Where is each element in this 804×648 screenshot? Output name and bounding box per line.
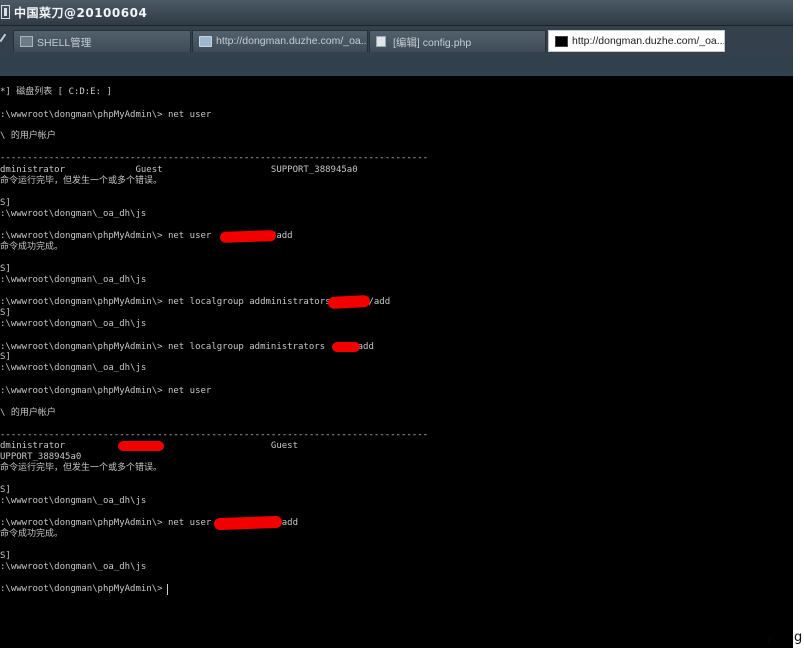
console-line: ----------------------------------------…	[0, 153, 429, 163]
tools-icon[interactable]	[0, 33, 14, 48]
console-line: S]	[0, 198, 11, 208]
console-line: dministrator Guest SUPPORT_388945a0	[0, 165, 358, 175]
console-line: :\wwwroot\dongman\_oa_dh\js	[0, 275, 147, 285]
tab-shell-manager[interactable]: SHELL管理	[13, 30, 191, 52]
tab-content-border	[0, 56, 793, 76]
text-cursor	[166, 584, 168, 595]
tab-label: http://dongman.duzhe.com/_oa...	[572, 35, 725, 47]
page-margin	[793, 0, 804, 648]
window-title: 中国菜刀@20100604	[14, 6, 148, 20]
redaction-mark	[213, 515, 283, 531]
console-line: 命令成功完成。	[0, 242, 64, 252]
app-window: 中国菜刀@20100604 SHELL管理 http://dongman.duz…	[0, 0, 793, 648]
shell-icon	[20, 36, 33, 47]
console-line: :\wwwroot\dongman\_oa_dh\js	[0, 319, 147, 329]
console-line: \ 的用户帐户	[0, 131, 56, 141]
folder-icon	[199, 36, 212, 47]
console-line: S]	[0, 308, 11, 318]
redaction-mark	[219, 230, 277, 243]
tab-edit-config[interactable]: [编辑] config.php	[369, 30, 546, 52]
tab-label: [编辑] config.php	[393, 37, 472, 49]
console-line: :\wwwroot\dongman\_oa_dh\js	[0, 562, 147, 572]
redaction-mark	[327, 294, 371, 310]
console-line: :\wwwroot\dongman\phpMyAdmin\> net user	[0, 110, 212, 120]
console-line: 命令运行完毕，但发生一个或多个错误。	[0, 176, 163, 186]
tab-label: SHELL管理	[37, 37, 92, 49]
title-bar: 中国菜刀@20100604	[0, 0, 793, 26]
console-line: ----------------------------------------…	[0, 430, 429, 440]
console-line: :\wwwroot\dongman\phpMyAdmin\> net local…	[0, 342, 374, 352]
tab-label: http://dongman.duzhe.com/_oa...	[216, 35, 368, 47]
console-line: S]	[0, 485, 11, 495]
app-icon	[1, 5, 10, 19]
terminal-icon	[555, 36, 568, 47]
console-line: \ 的用户帐户	[0, 408, 56, 418]
tab-bar: SHELL管理 http://dongman.duzhe.com/_oa... …	[0, 26, 793, 56]
tab-file-manager[interactable]: http://dongman.duzhe.com/_oa...	[192, 30, 368, 52]
console-prompt[interactable]: :\wwwroot\dongman\phpMyAdmin\>	[0, 584, 168, 595]
console-line: :\wwwroot\dongman\_oa_dh\js	[0, 496, 147, 506]
console-line: *] 磁盘列表 [ C:D:E: ]	[0, 87, 112, 97]
console-line: :\wwwroot\dongman\_oa_dh\js	[0, 209, 147, 219]
console-line: UPPORT_388945a0	[0, 452, 82, 462]
prompt-text: :\wwwroot\dongman\phpMyAdmin\>	[0, 584, 163, 594]
document-icon	[376, 36, 386, 47]
terminal-console[interactable]: *] 磁盘列表 [ C:D:E: ] :\wwwroot\dongman\php…	[0, 76, 793, 648]
console-line: :\wwwroot\dongman\phpMyAdmin\> net user	[0, 386, 212, 396]
tab-terminal[interactable]: http://dongman.duzhe.com/_oa...	[548, 30, 725, 52]
console-line: S]	[0, 264, 11, 274]
corner-text: g	[794, 630, 803, 645]
console-line: S]	[0, 551, 11, 561]
redaction-mark	[118, 441, 164, 451]
redaction-mark	[332, 342, 360, 352]
console-line: S]	[0, 352, 11, 362]
console-line: 命令成功完成。	[0, 529, 64, 539]
console-line: :\wwwroot\dongman\_oa_dh\js	[0, 363, 147, 373]
console-line: 命令运行完毕，但发生一个或多个错误。	[0, 463, 163, 473]
corner-mark: /	[768, 636, 772, 646]
